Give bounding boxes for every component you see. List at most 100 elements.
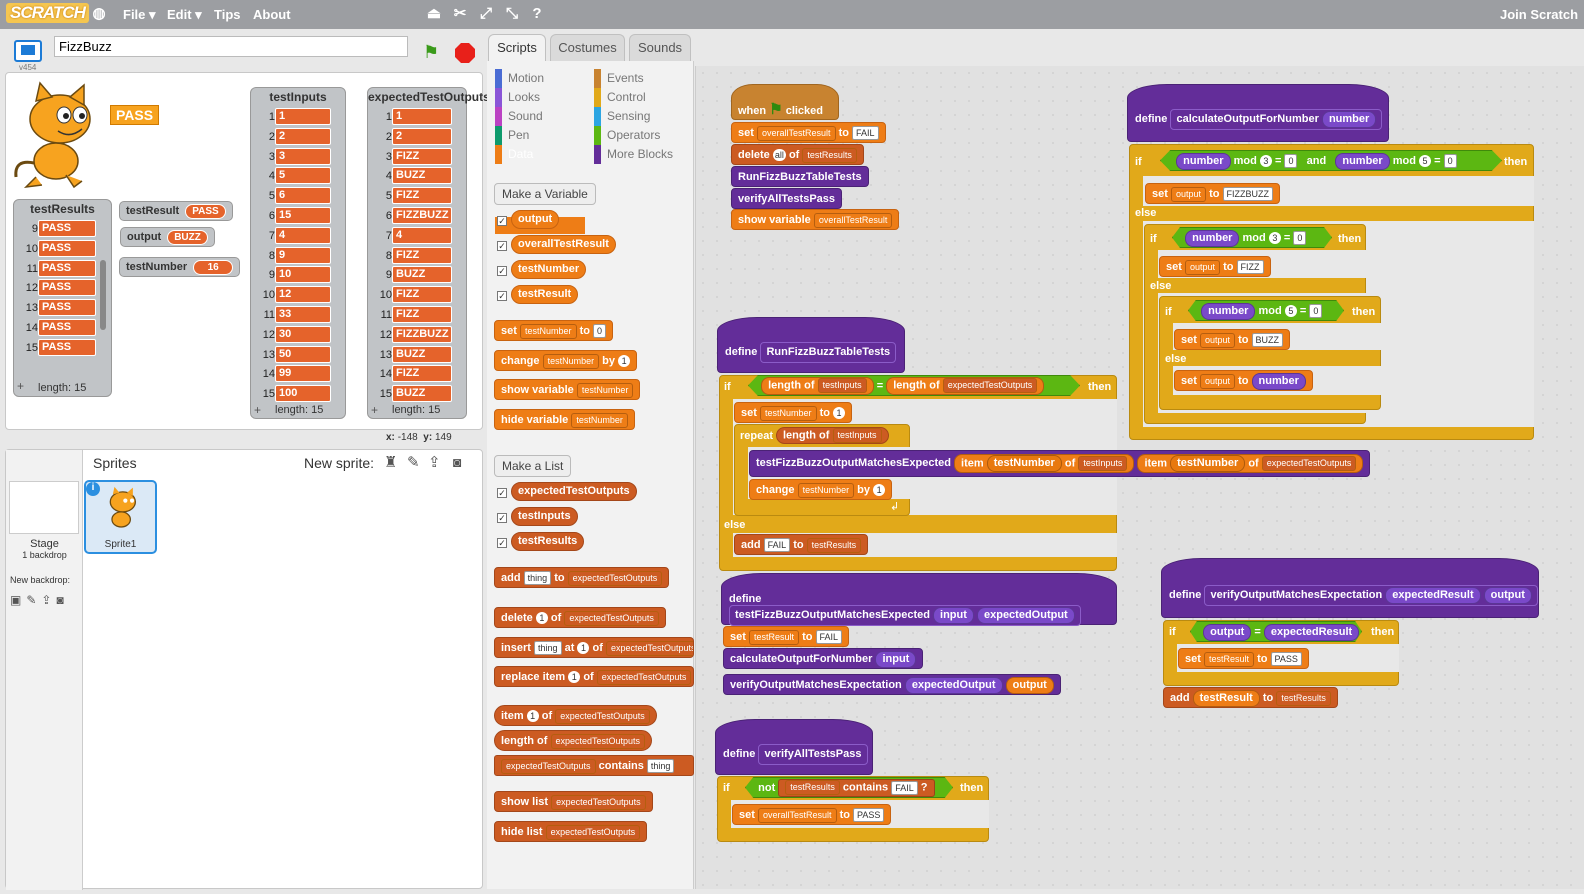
var-testresult[interactable]: testResult (1192, 689, 1260, 707)
list-item[interactable]: 11 (368, 108, 466, 128)
when-flag-clicked-hat[interactable]: when ⚑ clicked (731, 84, 839, 120)
list-item-value[interactable]: 33 (275, 306, 331, 323)
list-item-value[interactable]: 50 (275, 345, 331, 363)
list-item-value[interactable]: FIZZ (392, 365, 452, 383)
list-dropdown[interactable]: testResults (785, 780, 840, 796)
index-slot[interactable]: all (772, 149, 786, 162)
join-scratch-link[interactable]: Join Scratch (1500, 7, 1578, 22)
stage-thumbnail[interactable] (9, 481, 79, 534)
reporter-testresults[interactable]: testResults (511, 532, 585, 551)
list-item-value[interactable]: 30 (275, 325, 331, 343)
index-slot[interactable]: 1 (535, 612, 548, 625)
call-calculateoutputfornumber[interactable]: calculateOutputForNumber input (723, 648, 924, 669)
var-dropdown[interactable]: testNumber (797, 482, 855, 498)
list-dropdown[interactable]: testResults (802, 147, 857, 163)
fullscreen-icon[interactable] (14, 40, 42, 62)
duplicate-icon[interactable]: ⏏ (425, 5, 443, 23)
define-verifyalltestspass-hat[interactable]: define verifyAllTestsPass (715, 719, 873, 775)
list-dropdown[interactable]: expectedTestOutputs (550, 733, 646, 749)
list-item-value[interactable]: FIZZ (392, 187, 452, 205)
set-block[interactable]: set output to FIZZBUZZ (1145, 183, 1281, 204)
value-slot[interactable]: 0 (1443, 154, 1457, 169)
list-item[interactable]: 14 FIZZ (368, 365, 466, 385)
index-slot[interactable]: 1 (526, 710, 539, 723)
cat-sprite[interactable] (8, 81, 108, 191)
list-dropdown[interactable]: expectedTestOutputs (555, 708, 650, 724)
reporter-output[interactable]: output (511, 210, 560, 229)
call-runfizzbuzztabletests[interactable]: RunFizzBuzzTableTests (731, 166, 869, 187)
and-operator[interactable]: number mod 3 = 0 and number mod 5 = 0 (1160, 150, 1502, 171)
grow-icon[interactable]: ⤢ (477, 5, 495, 23)
value-slot[interactable]: FAIL (763, 538, 791, 553)
list-dropdown[interactable]: expectedTestOutputs (551, 794, 646, 810)
list-item[interactable]: 4 BUZZ (368, 167, 466, 187)
value-slot[interactable]: thing (534, 641, 562, 656)
list-item-value[interactable]: BUZZ (392, 167, 452, 185)
category-pen[interactable]: Pen (495, 126, 593, 145)
list-item[interactable]: 10 12 (251, 286, 345, 306)
list-item-value[interactable]: 2 (392, 127, 452, 145)
param-input[interactable]: input (933, 606, 974, 624)
list-item[interactable]: 3 FIZZ (368, 147, 466, 168)
number-slot[interactable]: 1 (833, 407, 846, 420)
equals-operator[interactable]: length of testInputs = length of expecte… (748, 375, 1080, 396)
list-dropdown[interactable]: expectedTestOutputs (596, 669, 692, 685)
value-slot[interactable]: FAIL (891, 780, 918, 795)
checkbox[interactable]: ✓ (497, 538, 507, 548)
list-item-value[interactable]: PASS (38, 279, 96, 297)
param-expectedoutput[interactable]: expectedOutput (976, 606, 1075, 624)
list-item[interactable]: 10 FIZZ (368, 286, 466, 306)
list-item-value[interactable]: 9 (275, 246, 331, 264)
add-to-list-block[interactable]: add thing to expectedTestOutputs (494, 567, 670, 588)
list-item[interactable]: 89 (251, 246, 345, 267)
var-dropdown[interactable]: output (1184, 259, 1220, 275)
list-item-value[interactable]: 5 (275, 167, 331, 185)
call-verifyoutputmatchesexpectation[interactable]: verifyOutputMatchesExpectation expectedO… (723, 674, 1061, 695)
list-item-value[interactable]: 15 (275, 207, 331, 224)
category-more-blocks[interactable]: More Blocks (594, 145, 692, 164)
category-events[interactable]: Events (594, 69, 692, 88)
list-item[interactable]: 5 FIZZ (368, 187, 466, 207)
index-slot[interactable]: 1 (577, 642, 590, 655)
reporter-testresult[interactable]: testResult (511, 285, 579, 304)
stage[interactable]: PASS testResults 9 PASS 10 PASS 11 PASS 12 PASS… (5, 72, 490, 430)
call-verifyalltestspass[interactable]: verifyAllTestsPass (731, 188, 843, 209)
value-slot[interactable]: 0 (593, 324, 607, 339)
add-item-icon[interactable]: + (254, 403, 261, 417)
add-item-icon[interactable]: + (371, 403, 378, 417)
value-slot[interactable]: 0 (1309, 304, 1323, 319)
tab-scripts[interactable]: Scripts (488, 34, 546, 62)
expectedtestoutputs-list-monitor[interactable]: expectedTestOutputs 1 1 2 2 3 FIZZ 4 BUZZ 5 FIZZ 6… (367, 87, 490, 419)
list-item-value[interactable]: 99 (275, 365, 331, 383)
replace-item-block[interactable]: replace item 1 of expectedTestOutputs (494, 666, 694, 687)
list-item-value[interactable]: 2 (275, 127, 331, 145)
testresults-list-monitor[interactable]: testResults 9 PASS 10 PASS 11 PASS 12 PASS 13 PAS… (13, 199, 112, 397)
var-dropdown[interactable]: overallTestResult (813, 212, 893, 228)
list-item-value[interactable]: PASS (38, 259, 96, 277)
list-item[interactable]: 8 FIZZ (368, 246, 466, 267)
sprite1-thumbnail[interactable]: i Sprite1 (84, 480, 157, 554)
variable-monitor-testresult[interactable]: testResult PASS (119, 201, 233, 221)
list-item[interactable]: 13 BUZZ (368, 345, 466, 366)
list-item[interactable]: 14 99 (251, 365, 345, 385)
list-item-value[interactable]: FIZZBUZZ (392, 325, 452, 343)
list-item[interactable]: 22 (368, 127, 466, 148)
define-calculateoutputfornumber-hat[interactable]: define calculateOutputForNumber number (1127, 84, 1389, 142)
list-dropdown[interactable]: testInputs (817, 378, 867, 394)
checkbox[interactable]: ✓ (497, 488, 507, 498)
list-item[interactable]: 74 (368, 226, 466, 247)
list-item[interactable]: 15 100 (251, 385, 345, 405)
project-title-input[interactable] (54, 36, 408, 57)
menu-file[interactable]: File ▾ (123, 7, 156, 23)
length-of-reporter[interactable]: length of testInputs (776, 427, 889, 444)
list-dropdown[interactable]: testInputs (1078, 455, 1128, 471)
testinputs-list-monitor[interactable]: testInputs 1 1 2 2 3 3 4 5 5 6 6 15 7 4 8 9 9 10 10 12 11 33 1… (250, 87, 346, 419)
show-variable-block[interactable]: show variable testNumber (494, 379, 641, 400)
list-item-value[interactable]: FIZZ (392, 246, 452, 264)
value-slot[interactable]: FIZZBUZZ (1222, 187, 1274, 202)
value-slot[interactable]: thing (523, 571, 552, 586)
list-item-value[interactable]: BUZZ (392, 345, 452, 363)
number-slot[interactable]: 1 (618, 355, 631, 368)
define-runfizzbuzztabletests-hat[interactable]: define RunFizzBuzzTableTests (717, 317, 905, 373)
list-item-value[interactable]: 1 (392, 108, 452, 125)
